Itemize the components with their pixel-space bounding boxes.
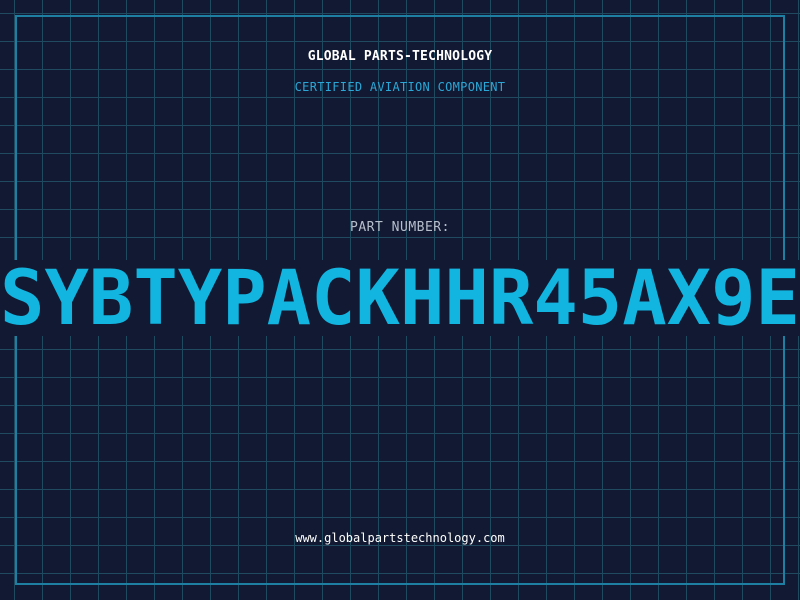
- part-number-svg: SYBTYPACKHHR45AX9E: [0, 260, 800, 336]
- part-number-band: SYBTYPACKHHR45AX9E: [0, 260, 800, 336]
- website-url[interactable]: www.globalpartstechnology.com: [0, 531, 800, 545]
- part-number-label: PART NUMBER:: [350, 220, 450, 235]
- company-name: GLOBAL PARTS-TECHNOLOGY: [307, 49, 493, 64]
- certification-subtitle: CERTIFIED AVIATION COMPONENT: [294, 80, 506, 94]
- part-number-value: SYBTYPACKHHR45AX9E: [0, 260, 800, 336]
